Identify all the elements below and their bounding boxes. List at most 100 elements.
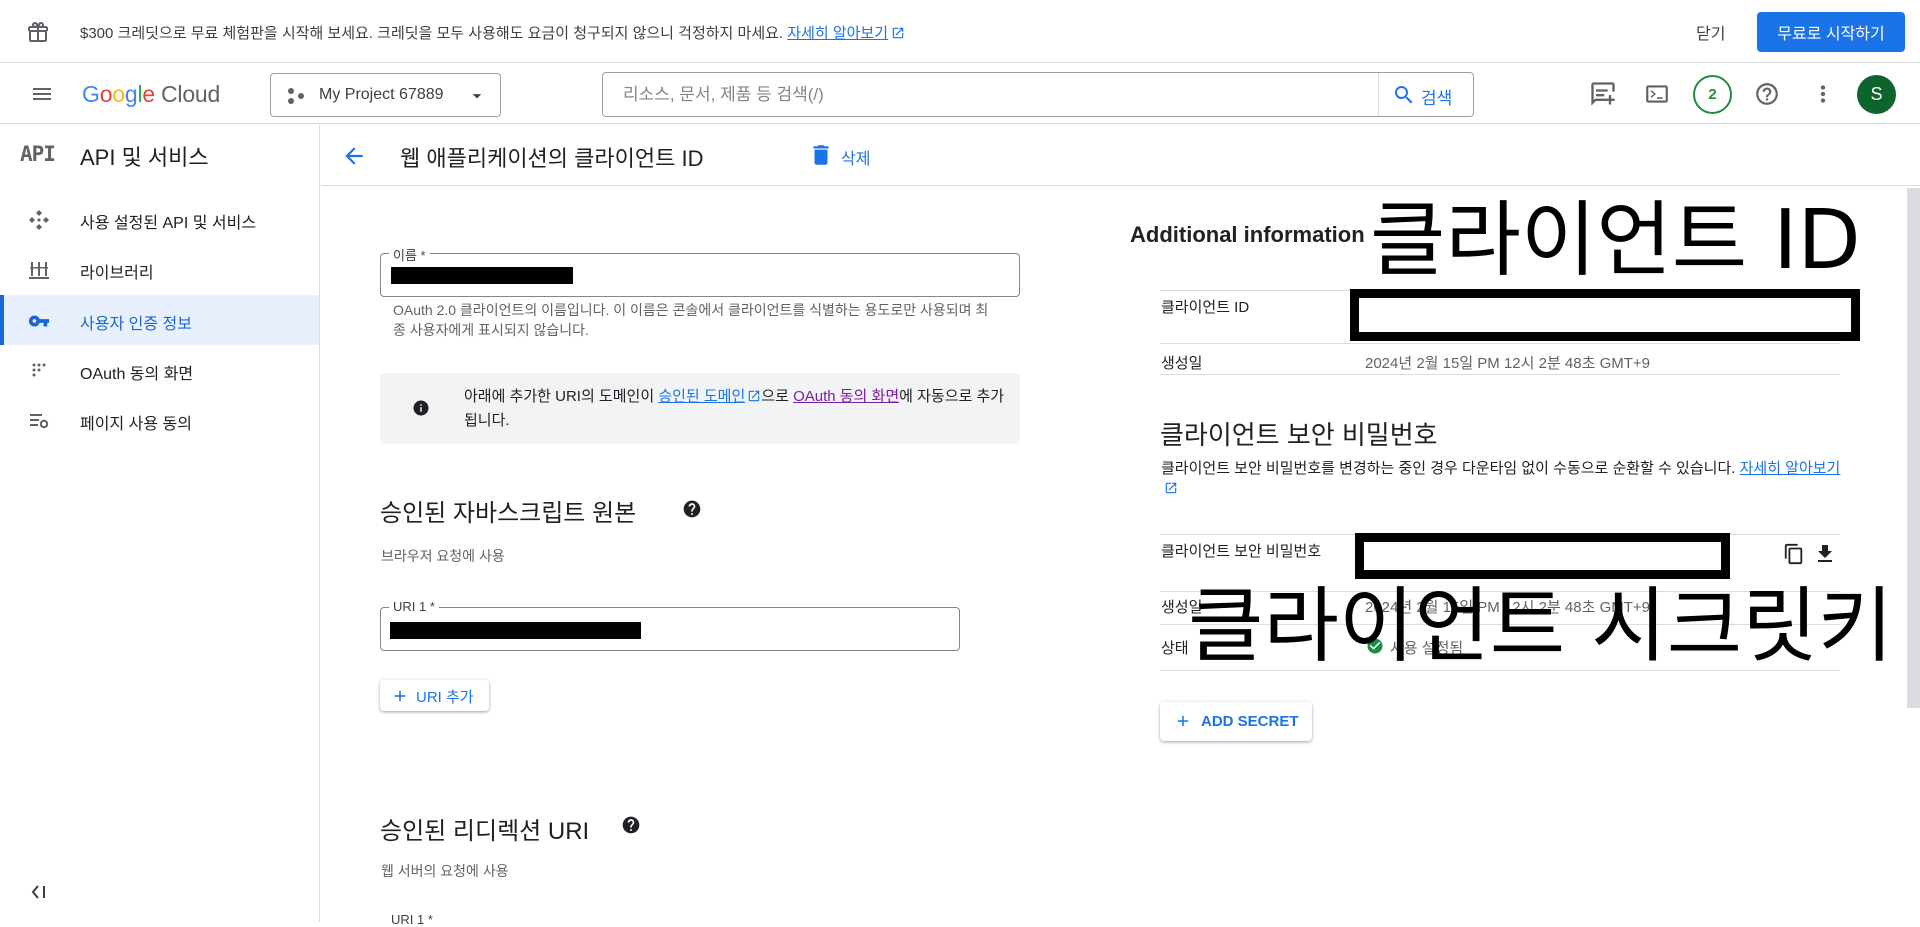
search-input[interactable] bbox=[623, 83, 1403, 107]
search-icon bbox=[1392, 83, 1416, 107]
redirect-uri-1-label: URI 1 * bbox=[391, 912, 433, 927]
download-icon[interactable] bbox=[1813, 542, 1837, 566]
page-title: 웹 애플리케이션의 클라이언트 ID bbox=[400, 146, 704, 171]
redacted-uri-value bbox=[390, 622, 641, 639]
library-icon bbox=[28, 259, 50, 281]
copy-icon[interactable] bbox=[1783, 543, 1805, 565]
add-uri-label: URI 추가 bbox=[416, 689, 474, 706]
settings-list-icon bbox=[28, 410, 50, 432]
sidebar-item-enabled-apis[interactable]: 사용 설정된 API 및 서비스 bbox=[0, 194, 319, 244]
trash-icon bbox=[808, 141, 834, 169]
info-icon bbox=[412, 399, 430, 417]
close-promo-button[interactable]: 닫기 bbox=[1696, 20, 1725, 44]
start-free-button[interactable]: 무료로 시작하기 bbox=[1757, 12, 1905, 52]
logo-letter: g bbox=[124, 81, 138, 107]
plus-icon bbox=[391, 687, 409, 705]
client-secret-description-text: 클라이언트 보안 비밀번호를 변경하는 중인 경우 다운타임 없이 수동으로 순… bbox=[1161, 460, 1740, 477]
sidebar-item-label: OAuth 동의 화면 bbox=[80, 366, 194, 383]
info-text-part: 으로 bbox=[761, 388, 794, 405]
authorized-domains-link[interactable]: 승인된 도메인 bbox=[658, 388, 761, 405]
search-bar: 검색 bbox=[602, 72, 1474, 117]
promo-message: $300 크레딧으로 무료 체험판을 시작해 보세요. 크레딧을 모두 사용해도… bbox=[80, 22, 905, 43]
promo-banner: $300 크레딧으로 무료 체험판을 시작해 보세요. 크레딧을 모두 사용해도… bbox=[0, 0, 1920, 63]
project-selector[interactable]: My Project 67889 bbox=[270, 73, 501, 117]
sidebar-title: API 및 서비스 bbox=[80, 145, 209, 170]
cloud-shell-icon[interactable] bbox=[1644, 81, 1670, 107]
annotation-client-secret: 클라이언트 시크릿키 bbox=[1188, 579, 1894, 674]
menu-icon[interactable] bbox=[30, 82, 54, 106]
sidebar-item-credentials[interactable]: 사용자 인증 정보 bbox=[0, 295, 319, 345]
js-origins-subtitle: 브라우저 요청에 사용 bbox=[381, 548, 505, 564]
info-text-part: 아래에 추가한 URI의 도메인이 bbox=[464, 388, 659, 405]
add-secret-label: ADD SECRET bbox=[1201, 713, 1299, 730]
promo-learn-more-text: 자세히 알아보기 bbox=[787, 25, 889, 42]
sidebar-item-label: 사용 설정된 API 및 서비스 bbox=[80, 215, 257, 232]
client-secret-title: 클라이언트 보안 비밀번호 bbox=[1160, 420, 1438, 450]
key-icon bbox=[28, 310, 50, 332]
add-secret-button[interactable]: ADD SECRET bbox=[1160, 702, 1312, 741]
logo-letter: o bbox=[99, 81, 113, 107]
feedback-icon[interactable] bbox=[1589, 80, 1617, 108]
back-arrow-icon[interactable] bbox=[341, 143, 367, 169]
sidebar: API API 및 서비스 사용 설정된 API 및 서비스 라이브러리 사용자… bbox=[0, 125, 320, 922]
dots-grid-icon bbox=[28, 360, 50, 382]
client-id-key: 클라이언트 ID bbox=[1161, 299, 1250, 316]
google-cloud-logo[interactable]: Google Cloud bbox=[82, 81, 220, 108]
client-secret-key: 클라이언트 보안 비밀번호 bbox=[1161, 543, 1322, 560]
external-link-icon bbox=[1165, 482, 1177, 494]
logo-letter: o bbox=[112, 81, 125, 107]
collapse-sidebar-icon[interactable] bbox=[30, 883, 48, 901]
redacted-client-id-box bbox=[1350, 289, 1860, 341]
notification-count-badge[interactable]: 2 bbox=[1693, 75, 1732, 114]
diamond-dots-icon bbox=[28, 209, 50, 231]
sidebar-item-label: 페이지 사용 동의 bbox=[80, 416, 192, 433]
name-field[interactable]: 이름 * bbox=[380, 245, 1020, 297]
search-button-label: 검색 bbox=[1421, 89, 1453, 108]
gift-icon bbox=[26, 20, 50, 44]
more-vert-icon[interactable] bbox=[1810, 81, 1836, 107]
sidebar-item-label: 사용자 인증 정보 bbox=[80, 316, 192, 333]
additional-information-heading: Additional information bbox=[1130, 222, 1365, 247]
divider bbox=[1160, 343, 1840, 344]
secret-learn-more-text: 자세히 알아보기 bbox=[1739, 460, 1841, 477]
scrollbar[interactable] bbox=[1907, 188, 1920, 708]
annotation-client-id: 클라이언트 ID bbox=[1370, 193, 1861, 288]
promo-learn-more-link[interactable]: 자세히 알아보기 bbox=[787, 25, 905, 42]
search-button[interactable]: 검색 bbox=[1378, 73, 1473, 116]
sidebar-item-library[interactable]: 라이브러리 bbox=[0, 244, 319, 294]
name-hint: OAuth 2.0 클라이언트의 이름입니다. 이 이름은 콘솔에서 클라이언트… bbox=[393, 302, 989, 338]
help-icon[interactable] bbox=[1754, 81, 1780, 107]
sidebar-item-oauth-consent[interactable]: OAuth 동의 화면 bbox=[0, 345, 319, 395]
promo-text: $300 크레딧으로 무료 체험판을 시작해 보세요. 크레딧을 모두 사용해도… bbox=[80, 25, 784, 42]
created-value: 2024년 2월 15일 PM 12시 2분 48초 GMT+9 bbox=[1365, 355, 1651, 372]
divider bbox=[1160, 374, 1840, 375]
js-origins-title: 승인된 자바스크립트 원본 bbox=[380, 500, 637, 527]
external-link-icon bbox=[749, 390, 760, 402]
help-circle-icon[interactable] bbox=[621, 815, 641, 835]
name-field-label: 이름 * bbox=[389, 245, 430, 264]
redirect-uris-subtitle: 웹 서버의 요청에 사용 bbox=[381, 863, 509, 879]
authorized-domains-text: 승인된 도메인 bbox=[658, 388, 746, 405]
logo-cloud-text: Cloud bbox=[161, 81, 221, 107]
top-header: GoogleCloud My Project 67889 검색 2 S bbox=[0, 64, 1920, 124]
redacted-client-secret-box bbox=[1355, 533, 1730, 579]
logo-letter: e bbox=[142, 81, 155, 107]
project-hub-icon bbox=[286, 86, 306, 106]
js-origin-uri-1-field[interactable]: URI 1 * bbox=[380, 599, 960, 651]
project-name: My Project 67889 bbox=[319, 86, 444, 103]
sidebar-item-page-usage-consent[interactable]: 페이지 사용 동의 bbox=[0, 395, 319, 445]
oauth-consent-link[interactable]: OAuth 동의 화면 bbox=[793, 388, 899, 405]
redirect-uris-title: 승인된 리디렉션 URI bbox=[380, 818, 590, 845]
info-text: 아래에 추가한 URI의 도메인이 승인된 도메인 으로 OAuth 동의 화면에… bbox=[464, 385, 1009, 433]
created-key: 생성일 bbox=[1161, 355, 1203, 372]
client-secret-description: 클라이언트 보안 비밀번호를 변경하는 중인 경우 다운타임 없이 수동으로 순… bbox=[1161, 459, 1841, 499]
plus-icon bbox=[1174, 712, 1192, 730]
info-box: 아래에 추가한 URI의 도메인이 승인된 도메인 으로 OAuth 동의 화면에… bbox=[380, 373, 1020, 444]
uri-1-label: URI 1 * bbox=[389, 599, 439, 614]
add-uri-button[interactable]: URI 추가 bbox=[380, 680, 489, 711]
help-circle-icon[interactable] bbox=[682, 499, 702, 519]
chevron-down-icon bbox=[469, 88, 485, 104]
avatar[interactable]: S bbox=[1857, 75, 1896, 114]
sidebar-item-label: 라이브러리 bbox=[80, 265, 154, 282]
redacted-name-value bbox=[391, 267, 573, 284]
